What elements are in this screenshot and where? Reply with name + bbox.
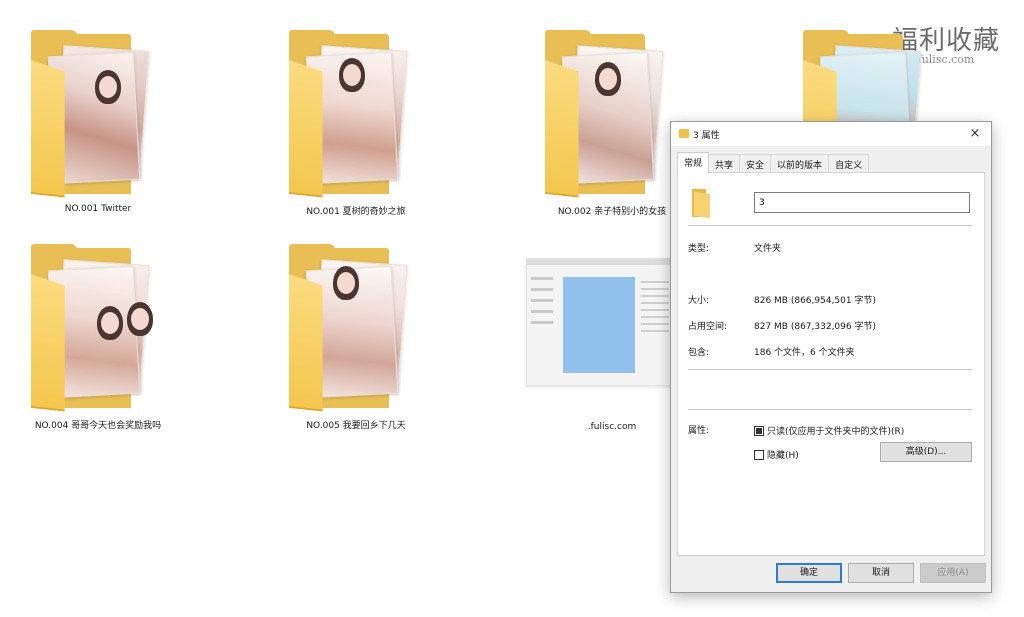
folder-label: NO.004 哥哥今天也会奖励我吗 (34, 421, 162, 431)
contains-label: 包含: (688, 348, 710, 358)
hidden-label: 隐藏(H) (767, 451, 799, 461)
folder-label: NO.002 亲子特别小的女孩 (557, 207, 667, 217)
folder-label: NO.001 夏树的奇妙之旅 (306, 207, 406, 217)
tab-general[interactable]: 常规 (677, 152, 710, 174)
document-thumbnail[interactable] (526, 258, 674, 386)
type-value: 文件夹 (754, 244, 782, 254)
attributes-label: 属性: (688, 426, 710, 436)
folder-name-input[interactable] (754, 192, 970, 213)
document-item[interactable]: .fulisc.com (532, 418, 692, 432)
advanced-button[interactable]: 高级(D)... (880, 442, 972, 462)
disk-size-value: 827 MB (867,332,096 字节) (754, 322, 876, 332)
cancel-button[interactable]: 取消 (848, 563, 914, 583)
dialog-title: 3 属性 (693, 131, 720, 141)
folder-label: NO.001 Twitter (64, 204, 132, 214)
folder-item[interactable]: NO.002 亲子特别小的女孩 (532, 30, 692, 217)
hidden-checkbox[interactable]: 隐藏(H) (754, 448, 799, 461)
folder-icon (281, 244, 431, 414)
apply-button: 应用(A) (920, 563, 986, 583)
folder-icon (692, 189, 712, 219)
disk-size-label: 占用空间: (688, 322, 728, 332)
tab-sharing[interactable]: 共享 (708, 154, 741, 173)
folder-icon (537, 30, 687, 200)
size-value: 826 MB (866,954,501 字节) (754, 296, 876, 306)
tab-security[interactable]: 安全 (739, 154, 772, 173)
dialog-titlebar[interactable]: 3 属性 × (671, 122, 991, 146)
tab-customize[interactable]: 自定义 (828, 154, 870, 173)
folder-item[interactable]: NO.005 我要回乡下几天 (276, 244, 436, 431)
properties-dialog: 3 属性 × 常规 共享 安全 以前的版本 自定义 类型: 文件夹 大小: 82… (670, 121, 992, 593)
folder-icon (23, 244, 173, 414)
tab-previous-versions[interactable]: 以前的版本 (770, 154, 830, 173)
readonly-label: 只读(仅应用于文件夹中的文件)(R) (767, 427, 905, 437)
folder-icon (679, 129, 689, 138)
folder-label: NO.005 我要回乡下几天 (306, 421, 406, 431)
folder-item[interactable]: NO.004 哥哥今天也会奖励我吗 (18, 244, 178, 431)
contains-value: 186 个文件，6 个文件夹 (754, 348, 855, 358)
general-panel: 类型: 文件夹 大小: 826 MB (866,954,501 字节) 占用空间… (677, 172, 985, 556)
folder-item[interactable]: NO.001 夏树的奇妙之旅 (276, 30, 436, 217)
document-label: .fulisc.com (587, 422, 637, 432)
readonly-checkbox[interactable]: 只读(仅应用于文件夹中的文件)(R) (754, 424, 904, 437)
size-label: 大小: (688, 296, 710, 306)
folder-icon (281, 30, 431, 200)
folder-item[interactable]: NO.001 Twitter (18, 30, 178, 214)
ok-button[interactable]: 确定 (776, 563, 842, 583)
checkbox-icon (754, 449, 764, 460)
close-icon[interactable]: × (963, 122, 987, 146)
folder-icon (23, 30, 173, 200)
tab-bar: 常规 共享 安全 以前的版本 自定义 (677, 152, 870, 174)
checkbox-indeterminate-icon (754, 425, 764, 436)
type-label: 类型: (688, 244, 710, 254)
